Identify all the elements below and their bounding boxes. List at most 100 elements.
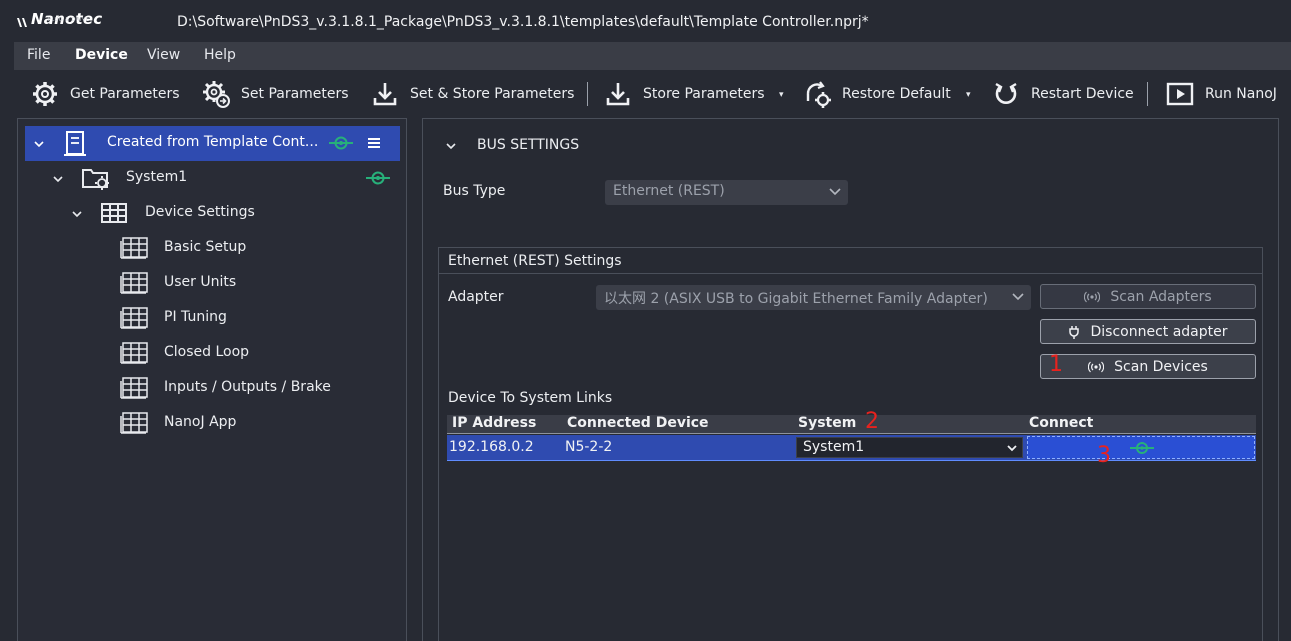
table-header-divider bbox=[447, 433, 1256, 434]
ethernet-settings-group: Ethernet (REST) Settings Adapter 以太网 2 (… bbox=[438, 247, 1263, 641]
grid-icon bbox=[101, 203, 127, 223]
chevron-down-icon[interactable] bbox=[33, 138, 45, 150]
tree-item-label: User Units bbox=[164, 274, 237, 290]
tree-item-label: NanoJ App bbox=[164, 414, 237, 430]
project-tree-panel: Created from Template Cont... System1 De… bbox=[17, 118, 407, 641]
adapter-value: 以太网 2 (ASIX USB to Gigabit Ethernet Fami… bbox=[604, 291, 988, 307]
tree-item-nanoj-app[interactable]: NanoJ App bbox=[25, 406, 400, 441]
ethernet-settings-title: Ethernet (REST) Settings bbox=[448, 253, 622, 269]
get-parameters-button[interactable]: Get Parameters bbox=[30, 78, 180, 110]
tree-item-project[interactable]: Created from Template Cont... bbox=[25, 126, 400, 161]
table-icon bbox=[120, 272, 148, 294]
set-parameters-label: Set Parameters bbox=[241, 86, 349, 102]
tree-item-pi-tuning[interactable]: PI Tuning bbox=[25, 301, 400, 336]
set-parameters-button[interactable]: Set Parameters bbox=[201, 78, 349, 110]
group-header: Ethernet (REST) Settings bbox=[439, 248, 1262, 274]
disconnect-adapter-label: Disconnect adapter bbox=[1090, 323, 1228, 340]
table-icon bbox=[120, 307, 148, 329]
scan-adapters-button[interactable]: Scan Adapters bbox=[1040, 284, 1256, 309]
get-parameters-label: Get Parameters bbox=[70, 86, 180, 102]
logo-tagline: PLUG & DRIVE bbox=[48, 17, 90, 23]
row-system-select[interactable]: System1 bbox=[796, 437, 1023, 458]
broadcast-icon bbox=[1088, 361, 1105, 372]
annotation-2: 2 bbox=[865, 409, 879, 434]
tree-item-system1-label: System1 bbox=[126, 169, 188, 185]
tree-item-user-units[interactable]: User Units bbox=[25, 266, 400, 301]
disconnect-adapter-button[interactable]: Disconnect adapter bbox=[1040, 319, 1256, 344]
chevron-down-icon bbox=[1007, 445, 1017, 452]
column-header-ip: IP Address bbox=[452, 415, 537, 431]
restart-icon bbox=[995, 82, 1017, 104]
row-ip-address: 192.168.0.2 bbox=[449, 439, 534, 455]
column-header-connect: Connect bbox=[1029, 415, 1094, 431]
tree-item-label: Closed Loop bbox=[164, 344, 250, 360]
download-icon bbox=[373, 83, 397, 106]
links-table-header: IP Address Connected Device System Conne… bbox=[447, 415, 1256, 433]
store-parameters-dropdown-icon[interactable]: ▾ bbox=[779, 90, 784, 100]
row-connected-device: N5-2-2 bbox=[565, 439, 613, 455]
menu-device[interactable]: Device bbox=[75, 47, 128, 63]
tree-item-label: Basic Setup bbox=[164, 239, 247, 255]
gear-icon bbox=[33, 82, 57, 106]
chevron-down-icon[interactable] bbox=[52, 173, 64, 185]
annotation-3: 3 bbox=[1097, 443, 1111, 468]
restart-device-label: Restart Device bbox=[1031, 86, 1134, 102]
scan-adapters-label: Scan Adapters bbox=[1110, 288, 1212, 305]
tree-item-device-settings-label: Device Settings bbox=[145, 204, 255, 220]
nanotec-logo-icon bbox=[17, 18, 27, 27]
hamburger-menu-icon[interactable] bbox=[367, 137, 381, 149]
tree-item-inputs-outputs-brake[interactable]: Inputs / Outputs / Brake bbox=[25, 371, 400, 406]
window-title: D:\Software\PnDS3_v.3.1.8.1_Package\PnDS… bbox=[177, 14, 869, 30]
tree-item-project-label: Created from Template Cont... bbox=[107, 134, 319, 150]
restart-device-button[interactable]: Restart Device bbox=[991, 78, 1134, 110]
bus-type-label: Bus Type bbox=[443, 183, 506, 199]
tree-item-device-settings[interactable]: Device Settings bbox=[25, 196, 400, 231]
title-bar: Nanotec PLUG & DRIVE D:\Software\PnDS3_v… bbox=[0, 0, 1291, 42]
menu-help[interactable]: Help bbox=[204, 47, 236, 63]
adapter-label: Adapter bbox=[448, 289, 504, 305]
run-nanoj-button[interactable]: Run NanoJ bbox=[1165, 78, 1277, 110]
set-store-parameters-button[interactable]: Set & Store Parameters bbox=[370, 78, 574, 110]
tree-item-closed-loop[interactable]: Closed Loop bbox=[25, 336, 400, 371]
run-nanoj-label: Run NanoJ bbox=[1205, 86, 1277, 102]
folder-gear-icon bbox=[82, 169, 109, 190]
table-row-underline bbox=[447, 460, 1256, 461]
table-icon bbox=[120, 377, 148, 399]
tree-item-label: Inputs / Outputs / Brake bbox=[164, 379, 331, 395]
table-icon bbox=[120, 342, 148, 364]
toolbar-separator bbox=[587, 82, 588, 106]
set-store-parameters-label: Set & Store Parameters bbox=[410, 86, 575, 102]
table-icon bbox=[120, 237, 148, 259]
restore-gear-icon bbox=[806, 81, 831, 108]
broadcast-icon bbox=[1084, 291, 1101, 302]
store-parameters-button[interactable]: Store Parameters bbox=[603, 78, 765, 110]
table-row[interactable]: 192.168.0.2 N5-2-2 System1 bbox=[447, 435, 1256, 460]
tree-item-basic-setup[interactable]: Basic Setup bbox=[25, 231, 400, 266]
row-system-value: System1 bbox=[803, 439, 865, 455]
restore-default-button[interactable]: Restore Default bbox=[802, 78, 951, 110]
gear-edit-icon bbox=[203, 81, 230, 108]
chevron-down-icon[interactable] bbox=[71, 208, 83, 220]
bus-settings-panel: BUS SETTINGS Bus Type Ethernet (REST) Et… bbox=[422, 118, 1279, 641]
column-header-system: System bbox=[798, 415, 857, 431]
adapter-select[interactable]: 以太网 2 (ASIX USB to Gigabit Ethernet Fami… bbox=[596, 285, 1031, 310]
row-connect-cell[interactable] bbox=[1027, 436, 1255, 459]
restore-default-dropdown-icon[interactable]: ▾ bbox=[966, 90, 971, 100]
tree-item-system1[interactable]: System1 bbox=[25, 161, 400, 196]
menu-view[interactable]: View bbox=[147, 47, 180, 63]
chevron-down-icon bbox=[1012, 293, 1024, 301]
connected-plug-icon bbox=[366, 171, 390, 185]
plug-icon bbox=[1069, 325, 1080, 339]
bus-type-select[interactable]: Ethernet (REST) bbox=[605, 180, 848, 205]
toolbar: Get Parameters Set Parameters Set & Stor… bbox=[0, 70, 1291, 118]
bus-settings-title: BUS SETTINGS bbox=[477, 137, 580, 153]
restore-default-label: Restore Default bbox=[842, 86, 951, 102]
scan-devices-button[interactable]: Scan Devices bbox=[1040, 354, 1256, 379]
menu-file[interactable]: File bbox=[27, 47, 50, 63]
tree-item-label: PI Tuning bbox=[164, 309, 227, 325]
scan-devices-label: Scan Devices bbox=[1114, 358, 1208, 375]
annotation-1: 1 bbox=[1049, 352, 1063, 377]
chevron-down-icon[interactable] bbox=[445, 140, 457, 152]
device-system-links-title: Device To System Links bbox=[448, 390, 613, 406]
table-icon bbox=[120, 412, 148, 434]
